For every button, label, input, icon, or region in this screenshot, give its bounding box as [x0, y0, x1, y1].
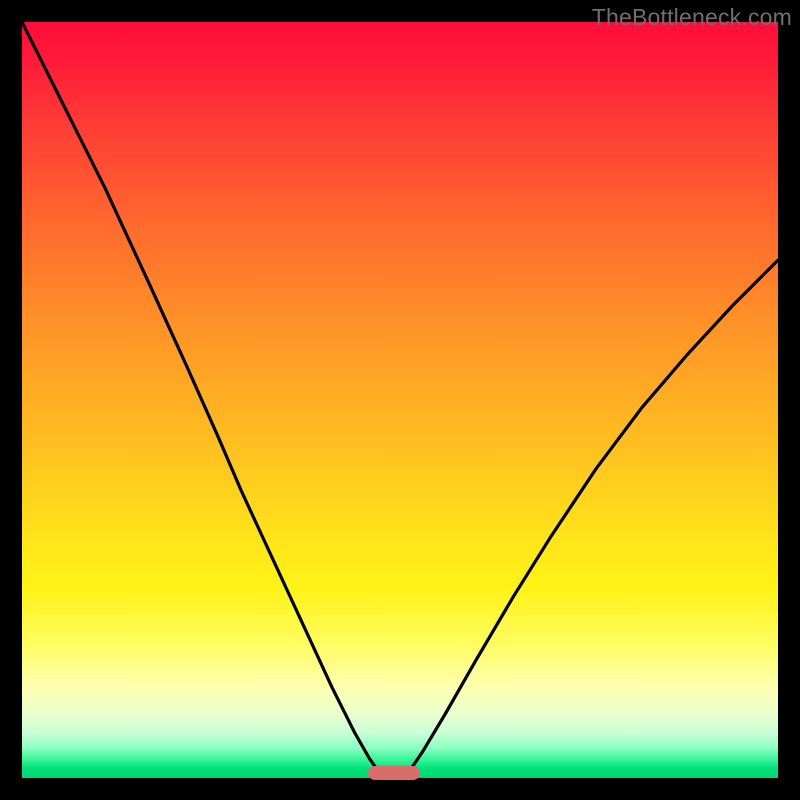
- chart-frame: TheBottleneck.com: [0, 0, 800, 800]
- curve-right: [408, 260, 778, 773]
- curve-layer: [22, 22, 778, 778]
- optimum-marker: [368, 766, 420, 780]
- plot-area: [22, 22, 778, 778]
- curve-left: [22, 22, 380, 773]
